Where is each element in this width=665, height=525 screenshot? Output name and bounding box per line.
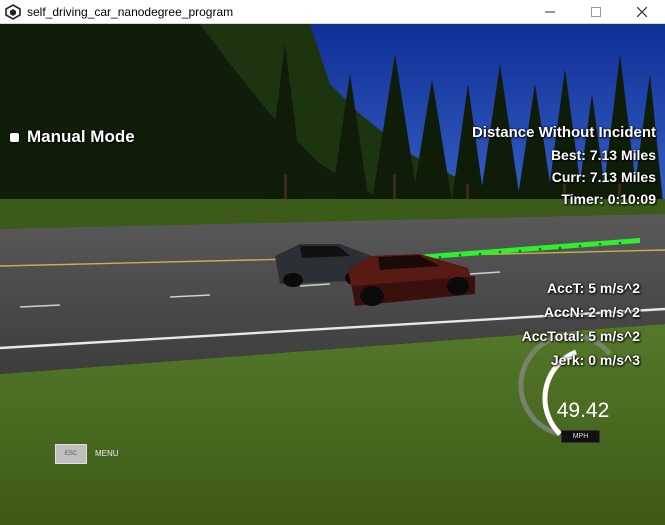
acc-n: AccN: 2 m/s^2: [543, 304, 640, 320]
acc-total: AccTotal: 5 m/s^2: [521, 328, 640, 344]
timer: Timer: 0:10:09: [561, 191, 656, 207]
jerk: Jerk: 0 m/s^3: [550, 352, 640, 368]
acc-t: AccT: 5 m/s^2: [547, 280, 640, 296]
close-icon: [637, 6, 647, 17]
speed-value: 49.42: [556, 399, 610, 422]
acceleration-panel: AccT: 5 m/s^2 AccN: 2 m/s^2 AccTotal: 5 …: [522, 276, 640, 372]
mode-toggle-icon[interactable]: [10, 132, 19, 142]
window-titlebar: self_driving_car_nanodegree_program: [0, 0, 665, 24]
minimize-button[interactable]: [527, 0, 573, 24]
simulator-viewport[interactable]: Manual Mode Distance Without Incident Be…: [0, 24, 665, 525]
current-distance: Curr: 7.13 Miles: [551, 169, 656, 185]
menu-label: MENU: [95, 449, 119, 458]
mode-indicator[interactable]: Manual Mode: [10, 127, 135, 147]
unity-icon: [5, 3, 21, 20]
esc-menu-button[interactable]: ESC: [55, 444, 87, 464]
close-button[interactable]: [619, 0, 665, 24]
window-title: self_driving_car_nanodegree_program: [27, 4, 234, 19]
speed-unit: MPH: [561, 430, 600, 443]
distance-panel: Distance Without Incident Best: 7.13 Mil…: [472, 122, 656, 210]
distance-heading: Distance Without Incident: [471, 124, 656, 141]
maximize-icon: [591, 6, 601, 17]
maximize-button[interactable]: [573, 0, 619, 24]
best-distance: Best: 7.13 Miles: [550, 147, 656, 163]
mode-label: Manual Mode: [27, 127, 135, 146]
minimize-icon: [545, 11, 555, 12]
